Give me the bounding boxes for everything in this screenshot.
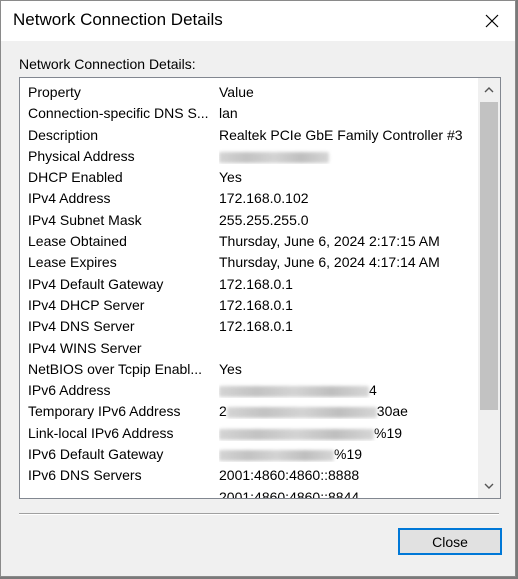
network-connection-details-dialog: Network Connection Details Network Conne… xyxy=(0,0,516,577)
table-row[interactable]: IPv6 Address 4 xyxy=(20,379,477,400)
value-cell: %19 xyxy=(219,446,474,462)
table-row[interactable]: DHCP Enabled Yes xyxy=(20,166,477,187)
table-row[interactable]: IPv4 Subnet Mask 255.255.255.0 xyxy=(20,209,477,230)
redacted-value xyxy=(226,407,377,419)
column-header-property[interactable]: Property xyxy=(28,84,216,100)
property-cell: Connection-specific DNS S... xyxy=(28,105,209,122)
value-visible-suffix: %19 xyxy=(374,424,403,441)
table-row[interactable]: IPv4 DNS Server 172.168.0.1 xyxy=(20,315,477,336)
table-row[interactable]: Lease Obtained Thursday, June 6, 2024 2:1… xyxy=(20,230,477,251)
value-cell: 4 xyxy=(219,382,474,398)
value-cell: 255.255.255.0 xyxy=(219,211,309,228)
property-cell: IPv4 Default Gateway xyxy=(28,275,164,292)
property-cell: Link-local IPv6 Address xyxy=(28,424,174,441)
value-cell: 172.168.0.1 xyxy=(219,275,293,292)
value-cell: Thursday, June 6, 2024 2:17:15 AM xyxy=(219,233,440,250)
property-cell: IPv6 Default Gateway xyxy=(28,446,164,463)
value-cell: Yes xyxy=(219,169,242,186)
property-cell: IPv4 DHCP Server xyxy=(28,296,145,313)
property-cell: IPv4 Address xyxy=(28,190,111,207)
property-cell: Physical Address xyxy=(28,147,135,164)
title-bar: Network Connection Details xyxy=(1,1,515,41)
property-cell: IPv4 Subnet Mask xyxy=(28,211,142,228)
redacted-value xyxy=(219,449,334,461)
scroll-up-arrow-icon[interactable] xyxy=(478,80,500,100)
header-row: Property Value xyxy=(20,81,477,102)
table-row[interactable]: Description Realtek PCIe GbE Family Contr… xyxy=(20,124,477,145)
value-cell: 172.168.0.1 xyxy=(219,296,293,313)
property-cell: Lease Expires xyxy=(28,254,117,271)
table-row[interactable]: IPv4 DHCP Server 172.168.0.1 xyxy=(20,294,477,315)
scroll-down-arrow-icon[interactable] xyxy=(478,476,500,496)
table-row[interactable]: Temporary IPv6 Address 2 30ae xyxy=(20,400,477,421)
property-cell: IPv4 DNS Server xyxy=(28,318,135,335)
column-header-value[interactable]: Value xyxy=(219,84,474,100)
property-cell: Temporary IPv6 Address xyxy=(28,403,181,420)
value-cell xyxy=(219,148,474,164)
table-row[interactable]: IPv6 Default Gateway %19 xyxy=(20,443,477,464)
value-visible-prefix: 2 xyxy=(219,403,227,420)
value-cell: Thursday, June 6, 2024 4:17:14 AM xyxy=(219,254,440,271)
redacted-value xyxy=(219,151,329,163)
table-row[interactable]: IPv4 Address 172.168.0.102 xyxy=(20,187,477,208)
vertical-scrollbar[interactable] xyxy=(478,78,500,498)
table-row[interactable]: Lease Expires Thursday, June 6, 2024 4:17… xyxy=(20,251,477,272)
close-button[interactable]: Close xyxy=(398,528,502,555)
property-cell: Description xyxy=(28,126,99,143)
value-cell: 2001:4860:4860::8844 xyxy=(219,488,360,499)
details-list[interactable]: Property Value Connection-specific DNS S… xyxy=(19,77,501,499)
redacted-value xyxy=(219,428,374,440)
value-visible-suffix: 4 xyxy=(369,382,377,399)
value-visible-suffix: 30ae xyxy=(376,403,408,420)
details-rows: Property Value Connection-specific DNS S… xyxy=(20,81,477,499)
value-visible-suffix: %19 xyxy=(334,446,363,463)
value-cell: 172.168.0.1 xyxy=(219,318,293,335)
value-cell: Yes xyxy=(219,360,242,377)
value-cell: %19 xyxy=(219,425,474,441)
table-row[interactable]: IPv4 Default Gateway 172.168.0.1 xyxy=(20,273,477,294)
table-row[interactable]: IPv6 DNS Servers 2001:4860:4860::8888 xyxy=(20,464,477,485)
table-row[interactable]: Connection-specific DNS S... lan xyxy=(20,102,477,123)
table-row[interactable]: 2001:4860:4860::8844 xyxy=(20,486,477,499)
table-row[interactable]: IPv4 WINS Server xyxy=(20,337,477,358)
value-cell: Realtek PCIe GbE Family Controller #3 xyxy=(219,126,463,143)
redacted-value xyxy=(219,385,369,397)
value-cell: 2 30ae xyxy=(219,403,474,419)
table-row[interactable]: NetBIOS over Tcpip Enabl... Yes xyxy=(20,358,477,379)
table-row[interactable]: Physical Address xyxy=(20,145,477,166)
table-row[interactable]: Link-local IPv6 Address %19 xyxy=(20,422,477,443)
property-cell: IPv4 WINS Server xyxy=(28,339,142,356)
close-x-icon[interactable] xyxy=(469,1,515,41)
property-cell: IPv6 Address xyxy=(28,382,111,399)
value-cell: 172.168.0.102 xyxy=(219,190,309,207)
property-cell: IPv6 DNS Servers xyxy=(28,467,142,484)
value-cell: 2001:4860:4860::8888 xyxy=(219,467,360,484)
value-cell: lan xyxy=(219,105,238,122)
window-title: Network Connection Details xyxy=(13,10,223,29)
details-group-label: Network Connection Details: xyxy=(19,56,196,72)
property-cell: Lease Obtained xyxy=(28,233,127,250)
separator-line xyxy=(19,513,499,515)
scrollbar-thumb[interactable] xyxy=(480,102,498,410)
property-cell: NetBIOS over Tcpip Enabl... xyxy=(28,360,203,377)
property-cell: DHCP Enabled xyxy=(28,169,123,186)
